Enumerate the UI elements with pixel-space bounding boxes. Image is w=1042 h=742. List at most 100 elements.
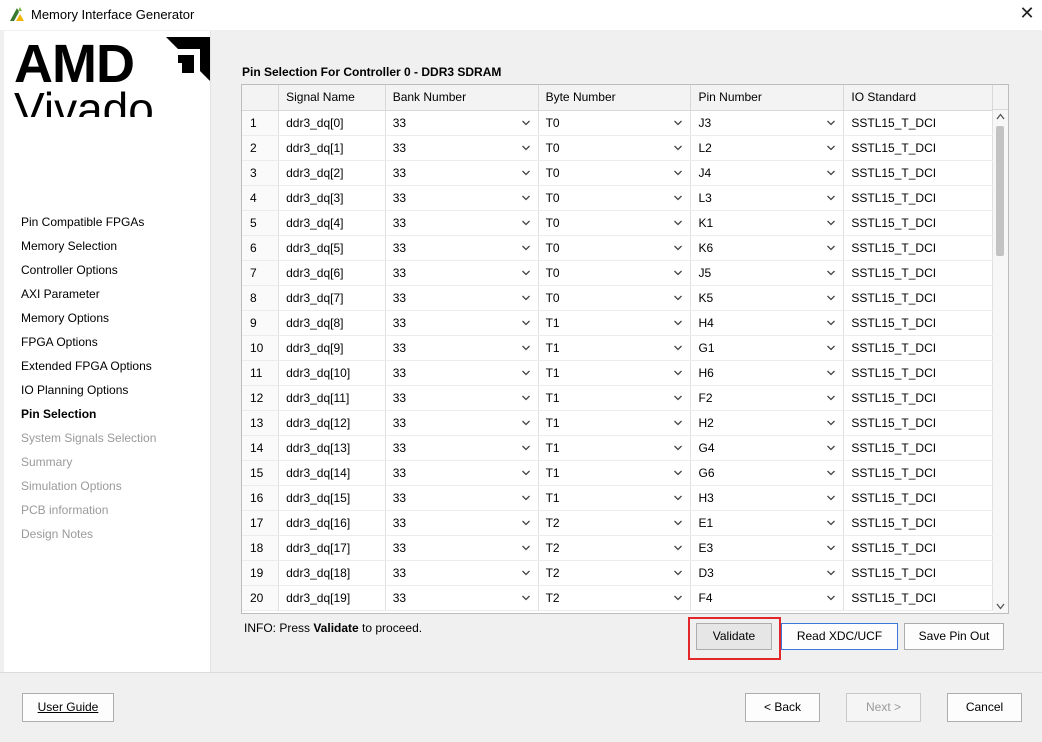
column-header-io-standard[interactable]: IO Standard xyxy=(843,85,993,111)
byte-number-select[interactable]: T0 xyxy=(538,135,692,161)
chevron-down-icon[interactable] xyxy=(521,369,530,377)
sidebar-item-pin-compatible-fpgas[interactable]: Pin Compatible FPGAs xyxy=(21,210,156,234)
bank-number-select[interactable]: 33 xyxy=(385,160,539,186)
byte-number-select[interactable]: T1 xyxy=(538,410,692,436)
chevron-down-icon[interactable] xyxy=(674,494,683,502)
byte-number-select[interactable]: T0 xyxy=(538,285,692,311)
table-row[interactable]: 2 ddr3_dq[1] 33 T0 L2 SSTL15_T_DCI xyxy=(242,135,993,161)
chevron-down-icon[interactable] xyxy=(521,244,530,252)
table-row[interactable]: 10 ddr3_dq[9] 33 T1 G1 SSTL15_T_DCI xyxy=(242,335,993,361)
chevron-down-icon[interactable] xyxy=(674,569,683,577)
scrollbar-thumb[interactable] xyxy=(996,126,1004,256)
bank-number-select[interactable]: 33 xyxy=(385,135,539,161)
bank-number-select[interactable]: 33 xyxy=(385,435,539,461)
bank-number-select[interactable]: 33 xyxy=(385,110,539,136)
table-row[interactable]: 17 ddr3_dq[16] 33 T2 E1 SSTL15_T_DCI xyxy=(242,510,993,536)
chevron-down-icon[interactable] xyxy=(674,544,683,552)
table-row[interactable]: 6 ddr3_dq[5] 33 T0 K6 SSTL15_T_DCI xyxy=(242,235,993,261)
chevron-down-icon[interactable] xyxy=(521,419,530,427)
table-row[interactable]: 15 ddr3_dq[14] 33 T1 G6 SSTL15_T_DCI xyxy=(242,460,993,486)
byte-number-select[interactable]: T1 xyxy=(538,485,692,511)
chevron-down-icon[interactable] xyxy=(674,244,683,252)
bank-number-select[interactable]: 33 xyxy=(385,385,539,411)
chevron-down-icon[interactable] xyxy=(827,219,836,227)
sidebar-item-controller-options[interactable]: Controller Options xyxy=(21,258,156,282)
sidebar-item-fpga-options[interactable]: FPGA Options xyxy=(21,330,156,354)
chevron-down-icon[interactable] xyxy=(827,244,836,252)
chevron-down-icon[interactable] xyxy=(827,569,836,577)
chevron-down-icon[interactable] xyxy=(521,544,530,552)
pin-number-select[interactable]: F4 xyxy=(690,585,845,611)
pin-number-select[interactable]: E1 xyxy=(690,510,845,536)
chevron-down-icon[interactable] xyxy=(521,469,530,477)
chevron-down-icon[interactable] xyxy=(521,219,530,227)
byte-number-select[interactable]: T1 xyxy=(538,360,692,386)
chevron-down-icon[interactable] xyxy=(674,294,683,302)
pin-number-select[interactable]: G4 xyxy=(690,435,845,461)
chevron-down-icon[interactable] xyxy=(827,369,836,377)
save-pin-out-button[interactable]: Save Pin Out xyxy=(904,623,1004,650)
byte-number-select[interactable]: T0 xyxy=(538,185,692,211)
close-icon[interactable]: ✕ xyxy=(1018,5,1036,23)
chevron-down-icon[interactable] xyxy=(674,444,683,452)
byte-number-select[interactable]: T2 xyxy=(538,535,692,561)
user-guide-button[interactable]: User Guide xyxy=(22,693,114,722)
byte-number-select[interactable]: T0 xyxy=(538,160,692,186)
chevron-down-icon[interactable] xyxy=(674,269,683,277)
table-row[interactable]: 5 ddr3_dq[4] 33 T0 K1 SSTL15_T_DCI xyxy=(242,210,993,236)
byte-number-select[interactable]: T0 xyxy=(538,235,692,261)
chevron-down-icon[interactable] xyxy=(827,144,836,152)
chevron-down-icon[interactable] xyxy=(521,344,530,352)
bank-number-select[interactable]: 33 xyxy=(385,185,539,211)
byte-number-select[interactable]: T2 xyxy=(538,585,692,611)
chevron-down-icon[interactable] xyxy=(521,394,530,402)
sidebar-item-axi-parameter[interactable]: AXI Parameter xyxy=(21,282,156,306)
byte-number-select[interactable]: T1 xyxy=(538,385,692,411)
table-row[interactable]: 18 ddr3_dq[17] 33 T2 E3 SSTL15_T_DCI xyxy=(242,535,993,561)
chevron-down-icon[interactable] xyxy=(521,119,530,127)
table-row[interactable]: 20 ddr3_dq[19] 33 T2 F4 SSTL15_T_DCI xyxy=(242,585,993,611)
chevron-down-icon[interactable] xyxy=(674,594,683,602)
back-button[interactable]: < Back xyxy=(745,693,820,722)
chevron-down-icon[interactable] xyxy=(521,494,530,502)
sidebar-item-pin-selection[interactable]: Pin Selection xyxy=(21,402,156,426)
bank-number-select[interactable]: 33 xyxy=(385,310,539,336)
pin-number-select[interactable]: F2 xyxy=(690,385,845,411)
pin-number-select[interactable]: K1 xyxy=(690,210,845,236)
chevron-down-icon[interactable] xyxy=(827,594,836,602)
pin-number-select[interactable]: H3 xyxy=(690,485,845,511)
chevron-down-icon[interactable] xyxy=(827,469,836,477)
chevron-down-icon[interactable] xyxy=(827,169,836,177)
table-row[interactable]: 3 ddr3_dq[2] 33 T0 J4 SSTL15_T_DCI xyxy=(242,160,993,186)
chevron-down-icon[interactable] xyxy=(521,294,530,302)
bank-number-select[interactable]: 33 xyxy=(385,285,539,311)
bank-number-select[interactable]: 33 xyxy=(385,535,539,561)
pin-number-select[interactable]: J3 xyxy=(690,110,845,136)
chevron-down-icon[interactable] xyxy=(674,144,683,152)
pin-number-select[interactable]: E3 xyxy=(690,535,845,561)
chevron-down-icon[interactable] xyxy=(674,519,683,527)
read-xdc-ucf-button[interactable]: Read XDC/UCF xyxy=(781,623,898,650)
bank-number-select[interactable]: 33 xyxy=(385,460,539,486)
table-row[interactable]: 9 ddr3_dq[8] 33 T1 H4 SSTL15_T_DCI xyxy=(242,310,993,336)
chevron-down-icon[interactable] xyxy=(521,444,530,452)
byte-number-select[interactable]: T0 xyxy=(538,110,692,136)
pin-number-select[interactable]: K6 xyxy=(690,235,845,261)
chevron-down-icon[interactable] xyxy=(827,319,836,327)
chevron-down-icon[interactable] xyxy=(521,144,530,152)
pin-number-select[interactable]: D3 xyxy=(690,560,845,586)
bank-number-select[interactable]: 33 xyxy=(385,410,539,436)
chevron-down-icon[interactable] xyxy=(674,469,683,477)
byte-number-select[interactable]: T2 xyxy=(538,510,692,536)
column-header-signal-name[interactable]: Signal Name xyxy=(278,85,386,111)
table-row[interactable]: 16 ddr3_dq[15] 33 T1 H3 SSTL15_T_DCI xyxy=(242,485,993,511)
sidebar-item-memory-options[interactable]: Memory Options xyxy=(21,306,156,330)
table-row[interactable]: 12 ddr3_dq[11] 33 T1 F2 SSTL15_T_DCI xyxy=(242,385,993,411)
chevron-down-icon[interactable] xyxy=(674,194,683,202)
byte-number-select[interactable]: T1 xyxy=(538,460,692,486)
table-row[interactable]: 8 ddr3_dq[7] 33 T0 K5 SSTL15_T_DCI xyxy=(242,285,993,311)
table-row[interactable]: 1 ddr3_dq[0] 33 T0 J3 SSTL15_T_DCI xyxy=(242,110,993,136)
chevron-down-icon[interactable] xyxy=(674,419,683,427)
pin-number-select[interactable]: K5 xyxy=(690,285,845,311)
pin-number-select[interactable]: H6 xyxy=(690,360,845,386)
